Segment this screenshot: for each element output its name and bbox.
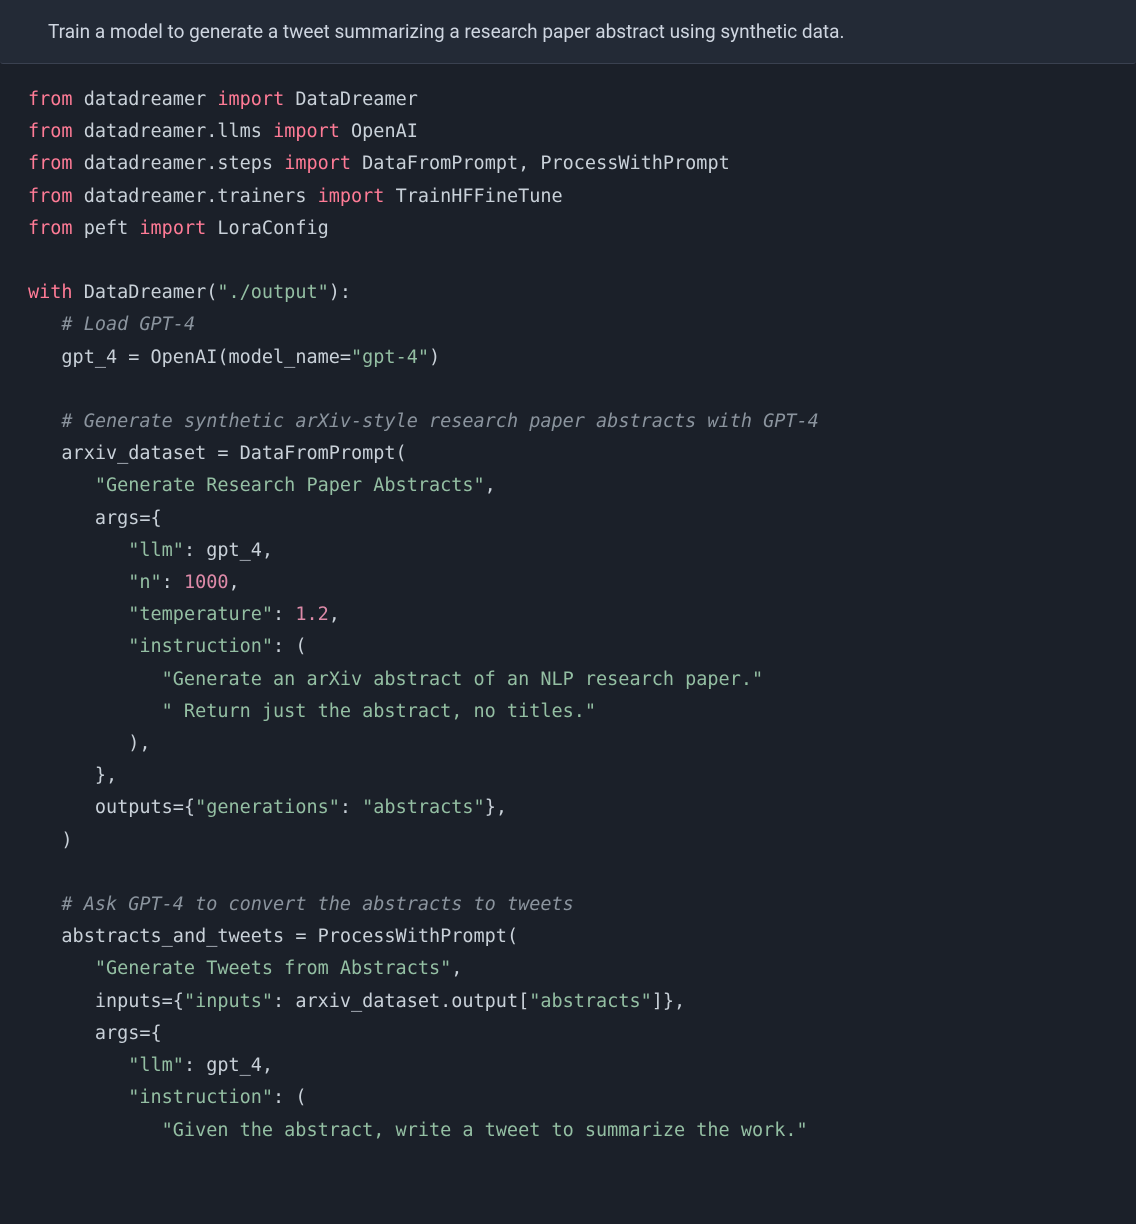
code-line: " Return just the abstract, no titles." xyxy=(28,701,596,722)
code-line: ) xyxy=(28,830,73,851)
code-line: "instruction": ( xyxy=(28,1087,306,1108)
code-line: # Generate synthetic arXiv-style researc… xyxy=(28,411,819,432)
code-line: arxiv_dataset = DataFromPrompt( xyxy=(28,443,407,464)
code-line: gpt_4 = OpenAI(model_name="gpt-4") xyxy=(28,347,440,368)
code-line: from datadreamer.llms import OpenAI xyxy=(28,121,418,142)
code-line: from datadreamer.steps import DataFromPr… xyxy=(28,153,730,174)
code-line: "Given the abstract, write a tweet to su… xyxy=(28,1120,808,1141)
code-line: ), xyxy=(28,733,151,754)
code-line: args={ xyxy=(28,508,162,529)
code-line: with DataDreamer("./output"): xyxy=(28,282,351,303)
code-line: "temperature": 1.2, xyxy=(28,604,340,625)
code-line: from datadreamer import DataDreamer xyxy=(28,89,418,110)
code-line: "llm": gpt_4, xyxy=(28,1055,273,1076)
code-line: }, xyxy=(28,765,117,786)
code-block: from datadreamer import DataDreamer from… xyxy=(0,64,1136,1167)
code-line: abstracts_and_tweets = ProcessWithPrompt… xyxy=(28,926,518,947)
code-line: "llm": gpt_4, xyxy=(28,540,273,561)
code-line: outputs={"generations": "abstracts"}, xyxy=(28,797,507,818)
description-header: Train a model to generate a tweet summar… xyxy=(0,0,1136,64)
kw-from: from xyxy=(28,89,73,110)
code-line: args={ xyxy=(28,1023,162,1044)
description-text: Train a model to generate a tweet summar… xyxy=(48,20,845,43)
code-line: inputs={"inputs": arxiv_dataset.output["… xyxy=(28,991,685,1012)
code-line: "Generate Tweets from Abstracts", xyxy=(28,958,462,979)
code-line: from datadreamer.trainers import TrainHF… xyxy=(28,186,563,207)
code-line: "Generate an arXiv abstract of an NLP re… xyxy=(28,669,763,690)
code-line: "Generate Research Paper Abstracts", xyxy=(28,475,496,496)
code-line: # Ask GPT-4 to convert the abstracts to … xyxy=(28,894,574,915)
code-line: "n": 1000, xyxy=(28,572,240,593)
kw-import: import xyxy=(217,89,284,110)
code-line: "instruction": ( xyxy=(28,636,306,657)
code-line: # Load GPT-4 xyxy=(28,314,195,335)
code-line: from peft import LoraConfig xyxy=(28,218,329,239)
